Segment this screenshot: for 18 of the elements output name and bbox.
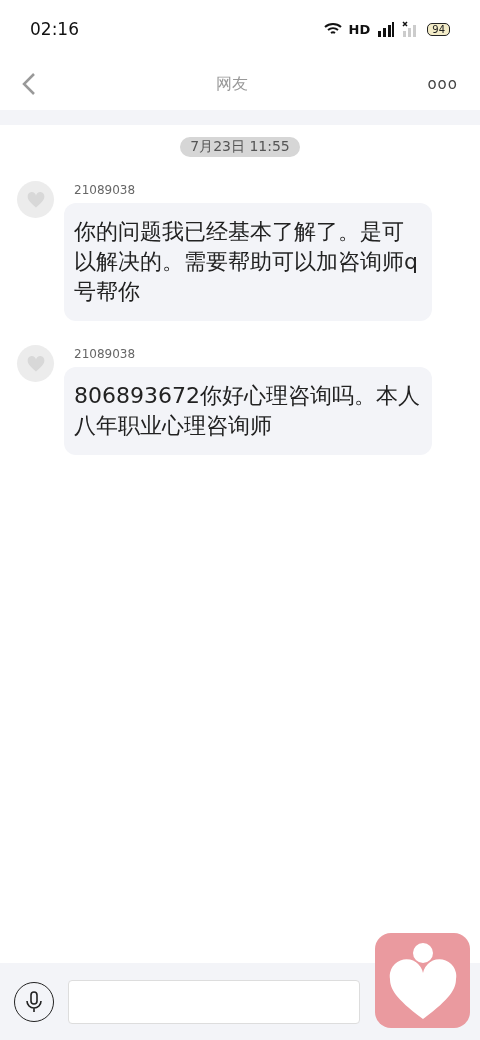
avatar[interactable] [17, 345, 54, 382]
more-button[interactable]: ooo [427, 75, 458, 93]
date-label: 7月23日 11:55 [180, 137, 300, 157]
battery-level: 94 [427, 22, 450, 36]
signal-icon [377, 21, 396, 37]
chat-title: 网友 [215, 73, 248, 95]
sender-name: 21089038 [74, 347, 137, 361]
message-bubble: 806893672你好心理咨询吗。本人八年职业心理咨询师 [64, 367, 432, 455]
status-time: 02:16 [30, 19, 79, 39]
message-bubble: 你的问题我已经基本了解了。是可以解决的。需要帮助可以加咨询师q号帮你 [64, 203, 432, 321]
avatar[interactable] [17, 181, 54, 218]
message-input[interactable] [68, 979, 360, 1024]
microphone-icon [24, 989, 44, 1014]
heart-person-icon [387, 940, 458, 1021]
network-label: HD [348, 21, 371, 37]
back-button[interactable] [22, 72, 36, 96]
wifi-icon [323, 22, 342, 36]
sender-name: 21089038 [74, 183, 137, 197]
